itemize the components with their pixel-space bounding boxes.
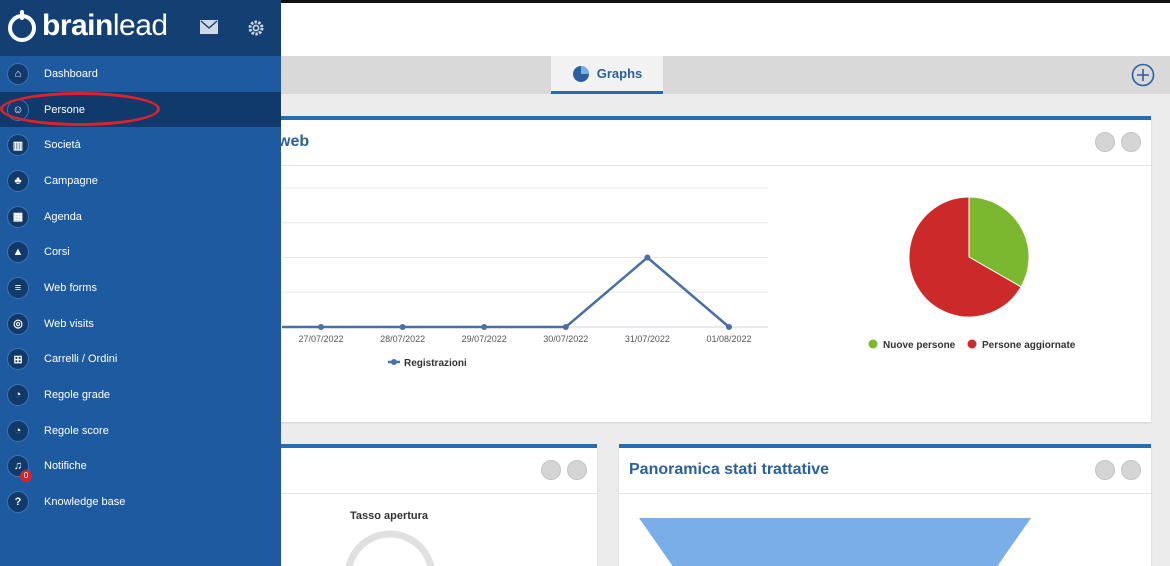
settings-icon[interactable] [1095,460,1115,480]
sidebar-item-regole-grade[interactable]: ◔ Regole grade [0,377,281,413]
sidebar-item-societ[interactable]: ▥ Società [0,127,281,163]
legend-marker [868,339,878,349]
panel-tools [541,460,587,480]
panel-title: Panoramica stati trattative [629,461,830,478]
sidebar-item-label: Knowledge base [44,496,126,509]
tab-graphs[interactable]: Graphs [551,56,663,94]
brand-bar: brainlead [0,0,281,56]
sidebar-item-label: Agenda [44,210,82,223]
legend-label: Persone aggiornate [982,340,1076,351]
logo-icon [8,10,36,42]
sidebar-item-web-visits[interactable]: ◎ Web visits [0,306,281,342]
sidebar-item-label: Regole grade [44,389,111,402]
sidebar-item-label: Carrelli / Ordini [44,353,118,366]
pie-chart-icon [572,65,589,82]
sidebar-item-label: Notifiche [44,460,87,473]
sidebar-item-carrelli-ordini[interactable]: ⊞ Carrelli / Ordini [0,342,281,378]
sidebar-item-agenda[interactable]: ▦ Agenda [0,199,281,235]
add-icon[interactable] [1131,63,1155,87]
panel-tools [1095,460,1141,480]
home-icon: ⌂ [7,62,29,85]
logo-text-bold: brain [42,9,113,42]
sidebar-item-regole-score[interactable]: ◔ Regole score [0,413,281,449]
sidebar-item-label: Corsi [44,246,70,259]
pipeline-panel: Panoramica stati trattative [619,444,1151,566]
globe-icon: ◎ [7,312,29,335]
sidebar-item-label: Web forms [44,281,97,294]
funnel-segment [639,518,1031,566]
graduation-icon: ▲ [7,241,29,264]
sidebar-item-campagne[interactable]: ♣ Campagne [0,163,281,199]
refresh-icon[interactable] [1121,460,1141,480]
panel-header: Panoramica stati trattative [619,448,1151,494]
pie-chart: Nuove persone Persone aggiornate [868,196,1076,351]
mail-icon[interactable] [200,20,218,34]
sidebar-item-label: Campagne [44,174,98,187]
sidebar-item-corsi[interactable]: ▲ Corsi [0,234,281,270]
funnel-chart [639,518,1031,566]
sidebar-item-notifiche[interactable]: ♫ Notifiche 0 [0,449,281,485]
sidebar-item-web-forms[interactable]: ≡ Web forms [0,270,281,306]
refresh-icon[interactable] [567,460,587,480]
building-icon: ▥ [7,134,29,157]
sidebar: brainlead ⌂ Dashboard ☺ Persone ▥ Società ♣ Cam… [0,0,281,566]
notification-badge: 0 [20,469,32,482]
logo-text[interactable]: brainlead [42,9,168,43]
question-icon: ? [7,491,29,514]
sidebar-item-label: Regole score [44,424,109,437]
sidebar-menu: ⌂ Dashboard ☺ Persone ▥ Società ♣ Campagne ▦ Agen… [0,56,281,520]
cart-icon: ⊞ [7,348,29,371]
highlight-annotation [0,92,160,126]
calendar-icon: ▦ [7,205,29,228]
sidebar-item-label: Web visits [44,317,94,330]
sidebar-item-label: Dashboard [44,67,98,80]
legend-marker [967,339,977,349]
gauge-icon: ◔ [7,384,29,407]
open-rate-gauge [345,530,435,566]
tab-graphs-label: Graphs [596,66,643,81]
settings-icon[interactable] [541,460,561,480]
gauge-icon: ◔ [7,419,29,442]
sidebar-item-knowledge-base[interactable]: ? Knowledge base [0,484,281,520]
open-rate-title: Tasso apertura [350,510,429,522]
legend-label: Nuove persone [883,340,956,351]
logo-text-light: lead [112,9,168,42]
list-icon: ≡ [7,276,29,299]
registrations-panel: web 27/07/2022 28/07/2022 29/07/2022 30/07/… [200,116,1151,422]
sidebar-item-label: Società [44,139,81,152]
sidebar-item-dashboard[interactable]: ⌂ Dashboard [0,56,281,92]
campaign-icon: ♣ [7,169,29,192]
gear-icon[interactable] [247,19,265,37]
